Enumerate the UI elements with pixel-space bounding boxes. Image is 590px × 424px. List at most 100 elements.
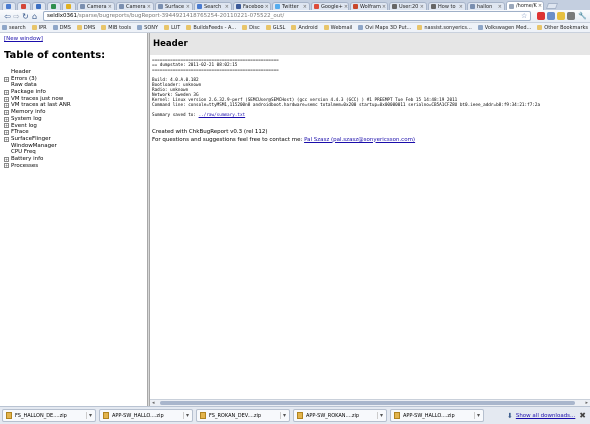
download-item[interactable]: FS_ROKAN_DEV....zip ▾ bbox=[196, 409, 290, 422]
other-bookmarks[interactable]: Other Bookmarks bbox=[537, 25, 588, 31]
horizontal-scrollbar[interactable]: ◂ ▸ bbox=[150, 399, 590, 406]
expand-icon[interactable]: + bbox=[4, 156, 9, 162]
bookmark-item[interactable]: MIB tools bbox=[101, 25, 131, 31]
browser-tab[interactable]: /home/K × bbox=[506, 1, 544, 10]
bookmark-item[interactable]: Ovi Maps 3D Put... bbox=[358, 25, 411, 31]
bookmark-item[interactable]: Webmail bbox=[323, 25, 352, 31]
bookmark-star-icon[interactable]: ☆ bbox=[521, 12, 527, 20]
address-bar[interactable]: seldlx0361/sparse/bugreports/bugReport-3… bbox=[43, 11, 532, 21]
toc-item[interactable]: + Battery info bbox=[4, 156, 71, 163]
extension-icon[interactable] bbox=[567, 12, 576, 20]
summary-link[interactable]: ../raw/summary.txt bbox=[199, 113, 246, 118]
show-all-downloads-link[interactable]: Show all downloads... bbox=[516, 413, 575, 419]
tab-close-icon[interactable]: × bbox=[107, 4, 112, 10]
toc-item[interactable]: + FTrace bbox=[4, 129, 71, 136]
browser-tab[interactable] bbox=[32, 2, 46, 10]
forward-button[interactable]: ⇨ bbox=[12, 12, 21, 21]
download-menu-icon[interactable]: ▾ bbox=[182, 412, 189, 419]
download-item[interactable]: APP-SW_HALLO....zip ▾ bbox=[390, 409, 484, 422]
expand-icon[interactable]: + bbox=[4, 123, 9, 129]
toc-item[interactable]: + VM traces at last ANR bbox=[4, 102, 71, 109]
tab-close-icon[interactable]: × bbox=[497, 4, 502, 10]
download-menu-icon[interactable]: ▾ bbox=[85, 412, 92, 419]
toc-item[interactable]: + Event log bbox=[4, 123, 71, 130]
toc-item[interactable]: WindowManager bbox=[4, 143, 71, 150]
toc-item[interactable]: Raw data bbox=[4, 82, 71, 89]
browser-tab[interactable]: Search × bbox=[194, 2, 232, 10]
bookmark-item[interactable]: Disc bbox=[242, 25, 260, 31]
contact-link[interactable]: Pal Szasz (pal.szasz@sonyericsson.com) bbox=[304, 137, 415, 143]
browser-tab[interactable] bbox=[2, 2, 16, 10]
expand-icon[interactable]: + bbox=[4, 103, 9, 109]
extension-icon[interactable] bbox=[537, 12, 546, 20]
browser-tab[interactable]: hallon × bbox=[467, 2, 505, 10]
tab-close-icon[interactable]: × bbox=[419, 4, 424, 10]
toc-item[interactable]: + Package info bbox=[4, 89, 71, 96]
expand-icon[interactable]: + bbox=[4, 136, 9, 142]
bookmark-item[interactable]: search bbox=[2, 25, 26, 31]
browser-tab[interactable]: Faceboo × bbox=[233, 2, 271, 10]
expand-icon[interactable]: + bbox=[4, 116, 9, 122]
tab-close-icon[interactable]: × bbox=[537, 3, 542, 9]
toc-item[interactable]: + Processes bbox=[4, 163, 71, 170]
new-tab-button[interactable] bbox=[545, 3, 559, 9]
browser-tab[interactable] bbox=[47, 2, 61, 10]
tab-close-icon[interactable]: × bbox=[224, 4, 229, 10]
download-menu-icon[interactable]: ▾ bbox=[279, 412, 286, 419]
bookmark-item[interactable]: Volkswagen Med... bbox=[477, 25, 531, 31]
toc-item[interactable]: Header bbox=[4, 69, 71, 76]
expand-icon[interactable]: + bbox=[4, 130, 9, 136]
wrench-menu-icon[interactable]: 🔧 bbox=[578, 12, 587, 20]
download-item[interactable]: APP-SW_ROKAN....zip ▾ bbox=[293, 409, 387, 422]
expand-icon[interactable]: + bbox=[4, 163, 9, 169]
browser-tab[interactable] bbox=[17, 2, 31, 10]
browser-tab[interactable]: Wolfram × bbox=[350, 2, 388, 10]
tab-close-icon[interactable]: × bbox=[146, 4, 151, 10]
bookmark-item[interactable]: SONY bbox=[137, 25, 158, 31]
tab-close-icon[interactable]: × bbox=[302, 4, 307, 10]
expand-icon[interactable]: + bbox=[4, 89, 9, 95]
tab-close-icon[interactable]: × bbox=[381, 4, 386, 10]
bookmark-item[interactable]: LUT bbox=[164, 25, 180, 31]
expand-icon[interactable]: + bbox=[4, 109, 9, 115]
reload-button[interactable]: ↻ bbox=[21, 12, 30, 21]
toc-item[interactable]: + Memory info bbox=[4, 109, 71, 116]
download-item[interactable]: APP-SW_HALLO....zip ▾ bbox=[99, 409, 193, 422]
tab-close-icon[interactable]: × bbox=[264, 4, 269, 10]
bookmark-item[interactable]: IPR bbox=[31, 25, 47, 31]
extension-icon[interactable] bbox=[547, 12, 556, 20]
home-button[interactable]: ⌂ bbox=[30, 12, 39, 21]
browser-tab[interactable]: Camera × bbox=[116, 2, 154, 10]
bookmark-item[interactable]: BuildsFeeds - A... bbox=[186, 25, 236, 31]
scrollbar-thumb[interactable] bbox=[160, 401, 575, 405]
toc-item[interactable]: + Errors (3) bbox=[4, 76, 71, 83]
bookmark-item[interactable]: DMS bbox=[52, 25, 71, 31]
toc-item[interactable]: CPU Freq bbox=[4, 149, 71, 156]
browser-tab[interactable]: Surface × bbox=[155, 2, 193, 10]
browser-tab[interactable]: Twitter × bbox=[272, 2, 310, 10]
browser-tab[interactable]: Google+ × bbox=[311, 2, 349, 10]
bookmark-item[interactable]: Android bbox=[291, 25, 318, 31]
expand-icon[interactable]: + bbox=[4, 76, 9, 82]
bookmark-item[interactable]: GLSL bbox=[265, 25, 285, 31]
download-menu-icon[interactable]: ▾ bbox=[376, 412, 383, 419]
browser-tab[interactable]: User:20 × bbox=[389, 2, 427, 10]
expand-icon[interactable]: + bbox=[4, 96, 9, 102]
tab-close-icon[interactable]: × bbox=[185, 4, 190, 10]
toc-item[interactable]: + VM traces just now bbox=[4, 96, 71, 103]
bookmark-item[interactable]: DMS bbox=[76, 25, 95, 31]
browser-tab[interactable]: How to × bbox=[428, 2, 466, 10]
close-downloads-icon[interactable]: ✖ bbox=[579, 411, 586, 420]
extension-icon[interactable] bbox=[557, 12, 566, 20]
back-button[interactable]: ⇦ bbox=[3, 12, 12, 21]
toc-item[interactable]: + System log bbox=[4, 116, 71, 123]
browser-tab[interactable] bbox=[62, 2, 76, 10]
download-item[interactable]: FS_HALLON_DE....zip ▾ bbox=[2, 409, 96, 422]
new-window-link[interactable]: [New window] bbox=[4, 36, 43, 42]
toc-item[interactable]: + SurfaceFlinger bbox=[4, 136, 71, 143]
browser-tab[interactable]: Camera × bbox=[77, 2, 115, 10]
download-menu-icon[interactable]: ▾ bbox=[473, 412, 480, 419]
bookmark-item[interactable]: nassist.sonyerics... bbox=[417, 25, 472, 31]
tab-close-icon[interactable]: × bbox=[343, 4, 348, 10]
tab-close-icon[interactable]: × bbox=[458, 4, 463, 10]
